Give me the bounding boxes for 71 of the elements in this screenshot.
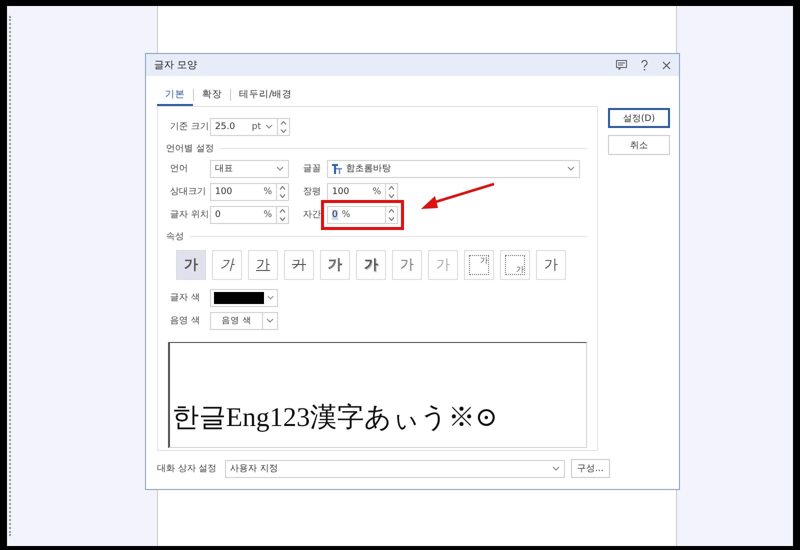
style-button[interactable]: 가 (248, 250, 278, 280)
field-label: 글자 색 (170, 292, 201, 304)
confirm-button[interactable]: 설정(D) (608, 108, 670, 128)
chevron-down-icon (266, 318, 274, 323)
field-value: 0 (332, 210, 338, 220)
field-value: 대표 (215, 163, 234, 175)
unit-label: % (372, 186, 381, 196)
chevron-up-icon (280, 120, 287, 124)
style-button[interactable]: 가 (176, 250, 206, 280)
field-label: 기준 크기 (170, 121, 210, 133)
field-label: 대화 상자 설정 (157, 463, 218, 475)
unit-label: % (263, 186, 272, 196)
spin-button[interactable] (277, 182, 289, 200)
chevron-down-icon (567, 166, 575, 171)
section-title: 언어별 설정 (166, 143, 214, 155)
chevron-down-icon (266, 295, 274, 300)
chevron-up-icon (388, 186, 395, 190)
preview-text: 한글Eng123漢字あぃう※⊙ (172, 401, 498, 434)
style-button[interactable]: 가 (464, 250, 494, 280)
field-value: 100 (215, 186, 234, 196)
chevron-up-icon (388, 208, 395, 212)
section-title: 속성 (166, 231, 184, 243)
spin-button[interactable] (278, 118, 290, 136)
spin-button[interactable] (386, 206, 398, 224)
field-label: 상대크기 (170, 186, 207, 198)
chevron-down-icon (388, 194, 395, 198)
field-value: 25.0 (215, 122, 236, 132)
setting-dropdown[interactable]: 사용자 지정 (225, 460, 565, 478)
shade-picker[interactable]: 음영 색 (210, 312, 278, 330)
field-label: 글꼴 (303, 163, 322, 175)
field-label: 글자 위치 (170, 209, 210, 221)
tab[interactable]: 테두리/배경 (231, 84, 300, 106)
close-icon[interactable] (662, 60, 671, 70)
unit-label: pt (252, 122, 261, 132)
configure-button[interactable]: 구성... (571, 459, 610, 478)
style-button[interactable]: 가 (500, 250, 530, 280)
language-dropdown[interactable]: 대표 (210, 160, 289, 178)
style-button[interactable]: 가 (536, 250, 566, 280)
tab[interactable]: 확장 (194, 84, 230, 106)
style-button[interactable]: 가 (212, 250, 242, 280)
chevron-up-icon (279, 208, 286, 212)
font-icon (332, 164, 342, 174)
message-icon[interactable] (616, 60, 627, 70)
chevron-down-icon (552, 466, 560, 471)
chevron-down-icon (279, 194, 286, 198)
cancel-button[interactable]: 취소 (608, 135, 670, 155)
font-dropdown[interactable]: 함초롬바탕 (327, 160, 580, 178)
field-value: 100 (332, 186, 350, 196)
spin-button[interactable] (277, 206, 289, 224)
arrow-icon (420, 182, 496, 212)
chevron-down-icon (279, 216, 286, 220)
field-label: 언어 (170, 163, 189, 175)
field-value: 함초롬바탕 (346, 163, 392, 175)
chevron-up-icon (279, 186, 286, 190)
chevron-down-icon (388, 216, 395, 220)
chevron-down-icon (276, 166, 284, 171)
window-title: 글자 모양 (154, 59, 198, 72)
field-value: 0 (215, 210, 222, 220)
style-button[interactable]: 가 (356, 250, 386, 280)
spin-button[interactable] (386, 182, 398, 200)
field-label: 음영 색 (170, 315, 201, 327)
help-icon[interactable] (641, 60, 648, 70)
style-button[interactable]: 가 (392, 250, 422, 280)
style-button[interactable]: 가 (284, 250, 314, 280)
field-value: 사용자 지정 (230, 463, 279, 475)
field-label: 자간 (303, 209, 322, 221)
unit-label: % (342, 210, 350, 220)
size-field[interactable]: 25.0 pt (210, 118, 278, 136)
color-picker[interactable] (210, 288, 278, 306)
unit-label: % (263, 210, 272, 220)
field-label: 장평 (303, 186, 322, 198)
